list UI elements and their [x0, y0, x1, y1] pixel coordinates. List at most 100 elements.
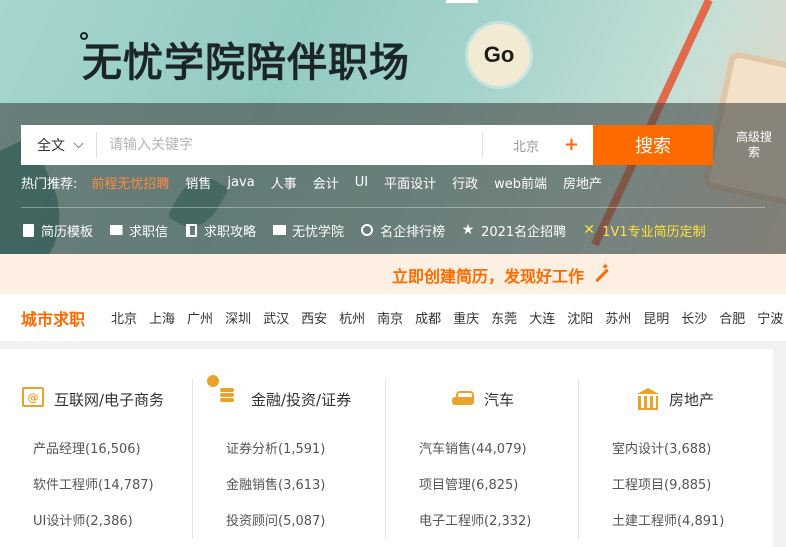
quick-link-2021-hiring[interactable]: ★ 2021名企招聘 [461, 221, 566, 240]
book-icon [184, 223, 198, 237]
document-icon [21, 223, 35, 237]
magic-wand-icon [592, 262, 610, 284]
medal-icon [360, 223, 374, 237]
category-finance: 金融/投资/证券 证券分析(1,591) 金融销售(3,613) 投资顾问(5,… [193, 349, 386, 547]
search-button[interactable]: 搜索 [593, 125, 713, 165]
category-title: 房地产 [669, 390, 715, 409]
city-link[interactable]: 沈阳 [567, 308, 593, 327]
city-link[interactable]: 北京 [111, 308, 137, 327]
banner-slogan: 无忧学院陪伴职场 [82, 39, 410, 86]
create-resume-link[interactable]: 立即创建简历，发现好工作 [392, 262, 610, 287]
go-button[interactable]: Go [468, 24, 530, 86]
city-link[interactable]: 广州 [187, 308, 213, 327]
city-link[interactable]: 苏州 [605, 308, 631, 327]
quick-link-label: 简历模板 [41, 224, 94, 240]
city-link[interactable]: 合肥 [719, 308, 745, 327]
car-icon [452, 387, 476, 411]
category-real-estate: 房地产 室内设计(3,688) 工程项目(9,885) 土建工程师(4,891) [579, 349, 772, 547]
advanced-search-link[interactable]: 高级搜索 [732, 130, 776, 160]
quick-link-label: 无忧学院 [292, 224, 345, 240]
city-link[interactable]: 昆明 [643, 308, 669, 327]
hot-item[interactable]: web前端 [494, 173, 547, 192]
search-scope-select[interactable]: 全文 [21, 125, 96, 165]
city-select[interactable]: 北京 + [483, 125, 593, 165]
search-box: 全文 北京 + [21, 125, 593, 165]
category-job-link[interactable]: 投资顾问(5,087) [226, 510, 325, 529]
city-jobs-row: 城市求职 北京 上海 广州 深圳 武汉 西安 杭州 南京 成都 重庆 东莞 大连… [0, 294, 786, 341]
category-job-link[interactable]: 电子工程师(2,332) [419, 510, 531, 529]
search-panel: 全文 北京 + 搜索 高级搜索 热门推荐: 前程无忧招聘 销售 java 人事 … [0, 103, 786, 254]
city-link[interactable]: 上海 [149, 308, 175, 327]
hot-item[interactable]: 销售 [185, 173, 211, 192]
search-scope-label: 全文 [37, 138, 65, 154]
sparkle-icon: ✕ [583, 222, 596, 238]
category-header[interactable]: 房地产 [637, 387, 714, 411]
city-link[interactable]: 南京 [377, 308, 403, 327]
city-link[interactable]: 成都 [415, 308, 441, 327]
mail-icon [109, 223, 123, 237]
quick-link-label: 求职攻略 [204, 224, 257, 240]
city-select-value: 北京 [513, 139, 540, 155]
category-header[interactable]: 金融/投资/证券 [207, 375, 352, 411]
hot-item[interactable]: 平面设计 [384, 173, 436, 192]
category-job-link[interactable]: 室内设计(3,688) [612, 438, 711, 457]
page: 无忧学院陪伴职场 Go 全文 北京 + 搜索 高级搜索 热门推荐: 前程无忧招聘… [0, 0, 786, 547]
category-job-link[interactable]: 工程项目(9,885) [612, 474, 711, 493]
create-resume-strip: 立即创建简历，发现好工作 [0, 254, 786, 294]
quick-link-company-ranking[interactable]: 名企排行榜 [360, 221, 445, 240]
divider [21, 207, 765, 208]
city-link[interactable]: 西安 [301, 308, 327, 327]
category-job-link[interactable]: 产品经理(16,506) [33, 438, 141, 457]
hot-recommend-label: 热门推荐: [21, 176, 78, 192]
hot-item[interactable]: 行政 [452, 173, 478, 192]
quick-link-label: 求职信 [129, 224, 169, 240]
category-auto: 汽车 汽车销售(44,079) 项目管理(6,825) 电子工程师(2,332) [386, 349, 579, 547]
web-icon: @ [22, 387, 46, 411]
plus-icon[interactable]: + [564, 134, 579, 155]
quick-link-academy[interactable]: 无忧学院 [272, 221, 344, 240]
quick-link-resume-custom[interactable]: ✕ 1V1专业简历定制 [582, 221, 705, 240]
star-icon: ★ [461, 222, 475, 238]
category-header[interactable]: @ 互联网/电子商务 [22, 387, 164, 411]
quick-link-label: 名企排行榜 [380, 224, 446, 240]
monitor-icon [272, 223, 286, 237]
hot-item[interactable]: 房地产 [563, 173, 602, 192]
category-title: 金融/投资/证券 [251, 390, 352, 409]
city-link[interactable]: 深圳 [225, 308, 251, 327]
hot-item[interactable]: 人事 [271, 173, 297, 192]
category-job-link[interactable]: 土建工程师(4,891) [612, 510, 724, 529]
chevron-down-icon [73, 137, 84, 148]
city-link[interactable]: 长沙 [681, 308, 707, 327]
bank-icon [637, 387, 661, 411]
quick-link-resume-template[interactable]: 简历模板 [21, 221, 93, 240]
category-job-link[interactable]: 汽车销售(44,079) [419, 438, 527, 457]
quick-links-row: 简历模板 求职信 求职攻略 无忧学院 名企排行榜 ★ 2021名企招聘 ✕ 1V… [21, 220, 722, 240]
category-job-link[interactable]: UI设计师(2,386) [33, 510, 133, 529]
quick-link-job-guide[interactable]: 求职攻略 [184, 221, 256, 240]
hot-recommend-row: 热门推荐: 前程无忧招聘 销售 java 人事 会计 UI 平面设计 行政 we… [21, 172, 618, 192]
keyword-input[interactable] [97, 125, 482, 165]
category-job-link[interactable]: 项目管理(6,825) [419, 474, 518, 493]
coins-icon [207, 375, 243, 411]
city-jobs-title: 城市求职 [21, 309, 86, 329]
city-link[interactable]: 大连 [529, 308, 555, 327]
city-link[interactable]: 武汉 [263, 308, 289, 327]
category-header[interactable]: 汽车 [452, 387, 514, 411]
hot-item[interactable]: java [227, 175, 254, 190]
category-job-link[interactable]: 证券分析(1,591) [226, 438, 325, 457]
city-link[interactable]: 东莞 [491, 308, 517, 327]
category-job-link[interactable]: 金融销售(3,613) [226, 474, 325, 493]
city-link[interactable]: 杭州 [339, 308, 365, 327]
quick-link-cover-letter[interactable]: 求职信 [109, 221, 168, 240]
quick-link-label: 1V1专业简历定制 [602, 224, 706, 240]
category-title: 汽车 [484, 390, 515, 409]
city-link[interactable]: 宁波 [757, 308, 783, 327]
hot-item[interactable]: UI [355, 175, 368, 190]
banner-indicator [446, 0, 478, 3]
create-resume-label: 立即创建简历，发现好工作 [392, 267, 585, 286]
quick-link-label: 2021名企招聘 [481, 224, 567, 240]
hot-item[interactable]: 前程无忧招聘 [91, 173, 169, 192]
hot-item[interactable]: 会计 [313, 173, 339, 192]
city-link[interactable]: 重庆 [453, 308, 479, 327]
category-job-link[interactable]: 软件工程师(14,787) [33, 474, 154, 493]
